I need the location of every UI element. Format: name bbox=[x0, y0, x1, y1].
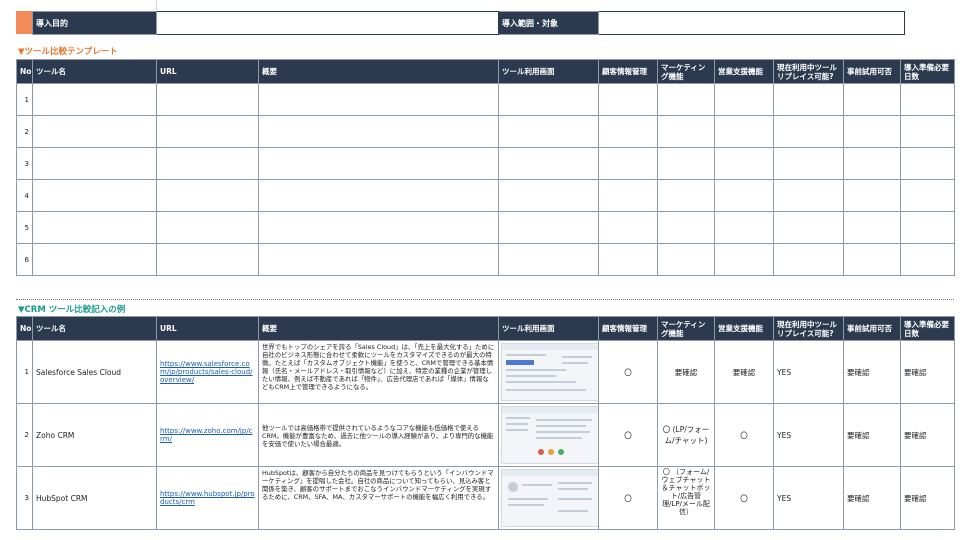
sales-cell: 要確認 bbox=[714, 340, 774, 404]
row-no: 4 bbox=[16, 179, 33, 212]
replace-cell: YES bbox=[773, 340, 844, 404]
row-no: 3 bbox=[16, 466, 33, 530]
col-tool: ツール名 bbox=[32, 316, 157, 341]
sales-cell: 〇 bbox=[714, 403, 774, 467]
days-cell: 要確認 bbox=[900, 466, 955, 530]
col-no: No bbox=[16, 59, 33, 84]
col-no: No bbox=[16, 316, 33, 341]
col-summary: 概要 bbox=[258, 316, 499, 341]
col-days: 導入準備必要日数 bbox=[900, 316, 955, 341]
customer-cell: 〇 bbox=[598, 403, 658, 467]
row-no: 2 bbox=[16, 403, 33, 467]
table-row: 4 bbox=[16, 179, 955, 212]
table-row: 6 bbox=[16, 243, 955, 276]
trial-cell: 要確認 bbox=[843, 466, 901, 530]
row-no: 5 bbox=[16, 211, 33, 244]
example-section-title: ▼CRM ツール比較記入の例 bbox=[18, 305, 126, 315]
tool-summary: 他ツールでは高価格帯で提供されているようなコアな機能も低価格で使えるCRM。機能… bbox=[258, 403, 499, 467]
tool-name: Salesforce Sales Cloud bbox=[32, 340, 157, 404]
row-no: 1 bbox=[16, 340, 33, 404]
col-screen: ツール利用画面 bbox=[498, 316, 599, 341]
table-row: 3 bbox=[16, 147, 955, 180]
table-row: 2 bbox=[16, 115, 955, 148]
col-replace: 現在利用中ツールリプレイス可能? bbox=[773, 59, 844, 84]
days-cell: 要確認 bbox=[900, 403, 955, 467]
trial-cell: 要確認 bbox=[843, 403, 901, 467]
trial-cell: 要確認 bbox=[843, 340, 901, 404]
template-section-title: ▼ツール比較テンプレート bbox=[18, 47, 118, 57]
col-marketing: マーケティング機能 bbox=[657, 59, 715, 84]
tool-url-link[interactable]: https://www.zoho.com/jp/crm/ bbox=[160, 427, 255, 443]
row-no: 1 bbox=[16, 83, 33, 116]
screenshot-thumbnail bbox=[501, 469, 598, 527]
template-table: No ツール名 URL 概要 ツール利用画面 顧客情報管理 マーケティング機能 … bbox=[16, 59, 955, 276]
tool-summary: HubSpotは、顧客から自分たちの商品を見つけてもらうという「インバウンドマー… bbox=[258, 466, 499, 530]
sales-cell: 〇 bbox=[714, 466, 774, 530]
replace-cell: YES bbox=[773, 466, 844, 530]
table-row: 1 Salesforce Sales Cloud https://www.sal… bbox=[16, 340, 955, 404]
tool-name: Zoho CRM bbox=[32, 403, 157, 467]
marketing-cell: 〇 (LP/フォーム/チャット) bbox=[657, 403, 715, 467]
example-table: No ツール名 URL 概要 ツール利用画面 顧客情報管理 マーケティング機能 … bbox=[16, 316, 955, 530]
table-row: 1 bbox=[16, 83, 955, 116]
tool-url-link[interactable]: https://www.hubspot.jp/products/crm bbox=[160, 490, 255, 506]
replace-cell: YES bbox=[773, 403, 844, 467]
marketing-cell: 要確認 bbox=[657, 340, 715, 404]
scope-label: 導入範囲・対象 bbox=[498, 11, 599, 35]
col-replace: 現在利用中ツールリプレイス可能? bbox=[773, 316, 844, 341]
col-summary: 概要 bbox=[258, 59, 499, 84]
col-url: URL bbox=[156, 59, 259, 84]
marketing-cell: 〇 （フォーム/ウェブチャット＆チャットボット/広告管理/LP/メール配信） bbox=[657, 466, 715, 530]
col-sales: 営業支援機能 bbox=[714, 59, 774, 84]
table-row: 3 HubSpot CRM https://www.hubspot.jp/pro… bbox=[16, 466, 955, 530]
col-tool: ツール名 bbox=[32, 59, 157, 84]
row-no: 6 bbox=[16, 243, 33, 276]
col-trial: 事前試用可否 bbox=[843, 59, 901, 84]
row-no: 3 bbox=[16, 147, 33, 180]
section-divider bbox=[16, 299, 954, 300]
purpose-header-table: 導入目的 導入範囲・対象 bbox=[32, 11, 905, 35]
accent-bar bbox=[16, 11, 32, 34]
table-row: 2 Zoho CRM https://www.zoho.com/jp/crm/ … bbox=[16, 403, 955, 467]
purpose-label: 導入目的 bbox=[32, 11, 157, 35]
tool-name: HubSpot CRM bbox=[32, 466, 157, 530]
scope-field[interactable] bbox=[598, 11, 905, 35]
screenshot-thumbnail bbox=[501, 343, 598, 401]
purpose-field[interactable] bbox=[156, 11, 499, 35]
col-days: 導入準備必要日数 bbox=[900, 59, 955, 84]
table-row: 5 bbox=[16, 211, 955, 244]
tool-summary: 世界でもトップのシェアを誇る「Sales Cloud」は、「売上を最大化する」た… bbox=[258, 340, 499, 404]
row-no: 2 bbox=[16, 115, 33, 148]
col-customer: 顧客情報管理 bbox=[598, 59, 658, 84]
col-url: URL bbox=[156, 316, 259, 341]
col-sales: 営業支援機能 bbox=[714, 316, 774, 341]
col-trial: 事前試用可否 bbox=[843, 316, 901, 341]
tool-url-link[interactable]: https://www.salesforce.com/jp/products/s… bbox=[160, 360, 255, 384]
col-marketing: マーケティング機能 bbox=[657, 316, 715, 341]
col-customer: 顧客情報管理 bbox=[598, 316, 658, 341]
customer-cell: 〇 bbox=[598, 340, 658, 404]
col-screen: ツール利用画面 bbox=[498, 59, 599, 84]
screenshot-thumbnail bbox=[501, 406, 598, 464]
days-cell: 要確認 bbox=[900, 340, 955, 404]
customer-cell: 〇 bbox=[598, 466, 658, 530]
sheet-gridline bbox=[156, 0, 157, 11]
